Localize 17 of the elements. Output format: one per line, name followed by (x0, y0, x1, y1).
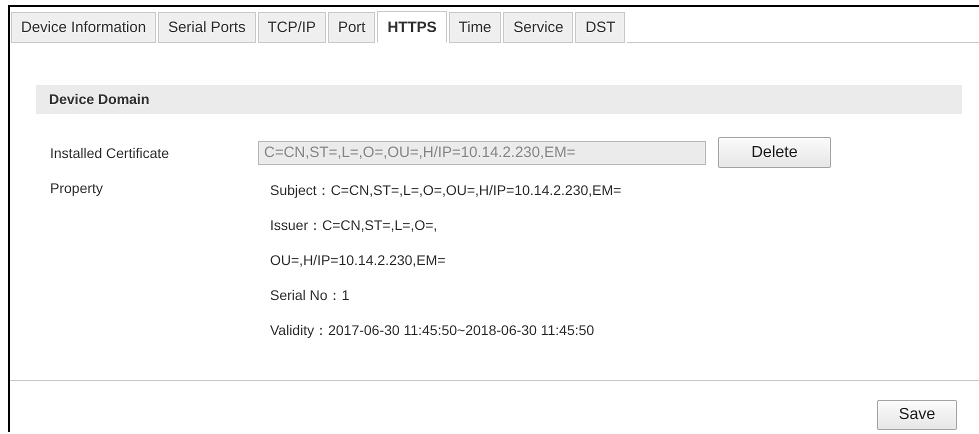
tab[interactable]: Port (328, 12, 376, 43)
property-text: Serial No：1 (270, 286, 350, 305)
section-header: Device Domain (36, 85, 962, 114)
tab[interactable]: Device Information (11, 12, 156, 43)
property-text: Validity：2017-06-30 11:45:50~2018-06-30 11:45:50 (270, 321, 596, 340)
save-button[interactable]: Save (877, 400, 957, 430)
tab[interactable]: Service (503, 12, 574, 43)
property-text: Issuer：C=CN,ST=,L=,O=, (270, 216, 438, 235)
tab[interactable]: Time (448, 12, 502, 43)
tab[interactable]: Serial Ports (158, 12, 256, 43)
field-label: Property (50, 180, 104, 198)
tab[interactable]: DST (575, 12, 626, 43)
property-text: Subject：C=CN,ST=,L=,O=,OU=,H/IP=10.14.2.230,EM= (270, 181, 622, 200)
tab[interactable]: TCP/IP (258, 12, 326, 43)
tab[interactable]: HTTPS (377, 11, 447, 43)
property-text: OU=,H/IP=10.14.2.230,EM= (270, 251, 446, 270)
field-label: Installed Certificate (50, 144, 170, 160)
